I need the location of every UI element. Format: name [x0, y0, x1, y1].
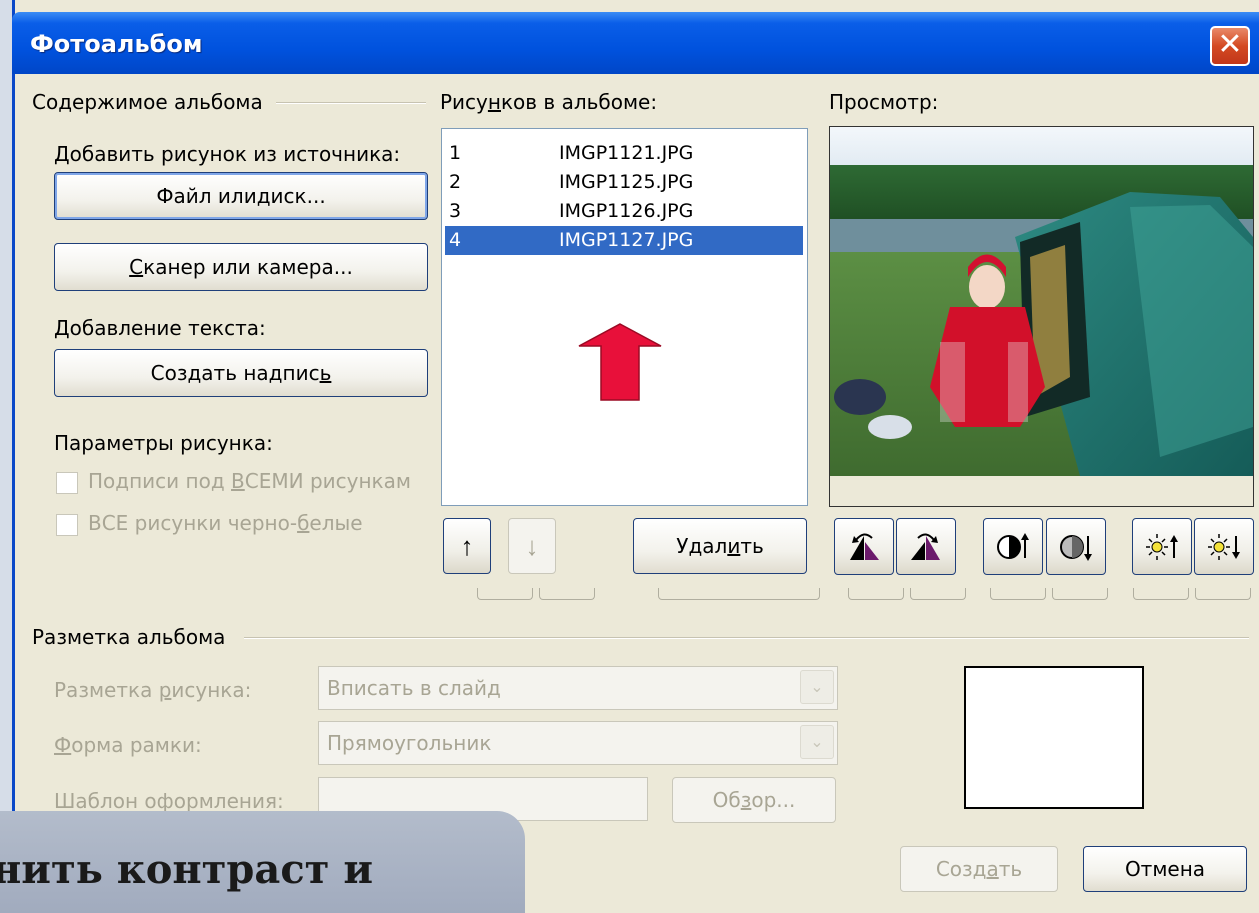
- rotate-right-button[interactable]: [896, 518, 956, 575]
- chevron-down-icon[interactable]: ⌄: [800, 725, 834, 759]
- ghost-button-edge: [539, 588, 595, 600]
- move-up-button[interactable]: ↑: [443, 518, 491, 574]
- album-contents-divider: [276, 102, 426, 104]
- scanner-or-camera-button[interactable]: Сканер или камера...: [54, 243, 428, 291]
- ghost-button-edge: [1133, 588, 1189, 600]
- brightness-down-button[interactable]: [1194, 518, 1254, 575]
- list-item[interactable]: 3 IMGP1126.JPG: [445, 197, 803, 226]
- contrast-up-icon: [997, 532, 1029, 559]
- ghost-button-edge: [477, 588, 533, 600]
- preview-photo: [830, 127, 1253, 476]
- rotate-left-button[interactable]: [834, 518, 894, 575]
- move-down-button[interactable]: ↓: [508, 518, 556, 574]
- contrast-down-button[interactable]: [1046, 518, 1106, 575]
- preview-heading: Просмотр:: [829, 90, 939, 114]
- file-button-text-end: иск...: [270, 184, 326, 208]
- pictures-in-album-heading: Рисунков в альбоме:: [440, 90, 658, 114]
- list-item-selected[interactable]: 4 IMGP1127.JPG: [445, 226, 803, 255]
- brightness-up-icon: [1146, 533, 1178, 560]
- album-layout-divider: [244, 637, 1249, 639]
- preview-pane: [829, 126, 1254, 507]
- ghost-button-edge: [658, 588, 820, 600]
- red-arrow-up-icon: [578, 323, 662, 401]
- close-icon: ✕: [1217, 27, 1243, 62]
- browse-button[interactable]: Об з ор...: [672, 777, 836, 823]
- captions-checkbox-label: Подписи под ВСЕМИ рисункам: [88, 469, 411, 493]
- brightness-up-button[interactable]: [1132, 518, 1192, 575]
- delete-button[interactable]: Удал и ть: [633, 518, 807, 574]
- frame-shape-value: Прямоугольник: [327, 731, 492, 755]
- black-white-checkbox-label: ВСЕ рисунки черно-белые: [88, 511, 363, 535]
- file-button-text: Файл или: [156, 184, 257, 208]
- scanner-button-hotkey: С: [129, 255, 144, 279]
- layout-preview-box: [964, 666, 1144, 809]
- new-text-box-button[interactable]: Создать надпис ь: [54, 349, 428, 397]
- ghost-button-edge: [1052, 588, 1108, 600]
- create-button[interactable]: Созд а ть: [900, 846, 1058, 892]
- frame-shape-select[interactable]: Прямоугольник ⌄: [318, 721, 838, 765]
- picture-layout-select[interactable]: Вписать в слайд ⌄: [318, 666, 838, 710]
- ghost-button-edge: [990, 588, 1046, 600]
- arrow-down-icon: ↓: [525, 530, 539, 561]
- file-button-hotkey: д: [256, 184, 271, 208]
- pictures-list[interactable]: 1 IMGP1121.JPG 2 IMGP1125.JPG 3 IMGP1126.JP…: [441, 128, 808, 506]
- chevron-down-icon[interactable]: ⌄: [800, 670, 834, 704]
- arrow-up-icon: ↑: [460, 530, 474, 561]
- ghost-button-edge: [848, 588, 904, 600]
- list-item[interactable]: 1 IMGP1121.JPG: [445, 139, 803, 168]
- album-layout-heading: Разметка альбома: [32, 625, 232, 649]
- cancel-button[interactable]: Отмена: [1083, 846, 1247, 892]
- picture-layout-value: Вписать в слайд: [327, 676, 501, 700]
- rotate-right-icon: [911, 533, 940, 560]
- ghost-button-edge: [910, 588, 966, 600]
- file-or-disk-button[interactable]: Файл или д иск...: [54, 172, 428, 220]
- slide-caption-text: нить контраст и: [0, 846, 374, 893]
- brightness-down-icon: [1208, 533, 1240, 560]
- captions-checkbox[interactable]: [56, 472, 78, 494]
- contrast-down-icon: [1060, 534, 1092, 561]
- contrast-up-button[interactable]: [983, 518, 1043, 575]
- add-text-label: Добавление текста:: [54, 316, 266, 340]
- album-contents-heading: Содержимое альбома: [32, 90, 269, 114]
- scanner-button-text: канер или камера...: [143, 255, 353, 279]
- add-from-source-label: Добавить рисунок из источника:: [54, 142, 401, 166]
- window-title: Фотоальбом: [30, 30, 203, 58]
- picture-layout-label: Разметка рисунка:: [54, 678, 252, 702]
- ghost-button-edge: [1195, 588, 1251, 600]
- frame-shape-label: Форма рамки:: [54, 733, 202, 757]
- black-white-checkbox[interactable]: [56, 514, 78, 536]
- rotate-left-icon: [850, 533, 879, 560]
- close-button[interactable]: ✕: [1210, 26, 1250, 66]
- caption-button-hotkey: ь: [319, 361, 332, 385]
- design-template-label: Шаблон оформления:: [54, 789, 284, 813]
- list-item[interactable]: 2 IMGP1125.JPG: [445, 168, 803, 197]
- picture-options-label: Параметры рисунка:: [54, 431, 273, 455]
- caption-button-text: Создать надпис: [150, 361, 320, 385]
